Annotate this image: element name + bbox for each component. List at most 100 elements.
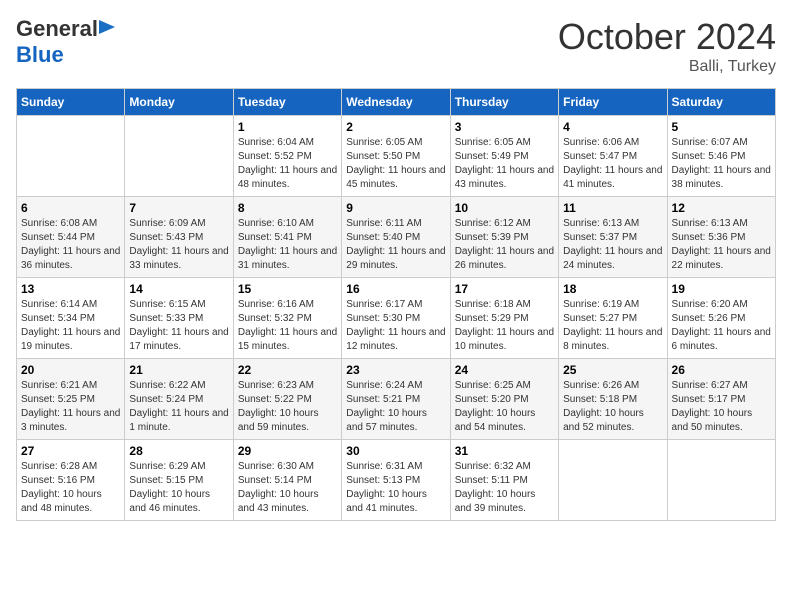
- day-number: 9: [346, 201, 445, 215]
- calendar-table: SundayMondayTuesdayWednesdayThursdayFrid…: [16, 88, 776, 521]
- cell-info: Sunrise: 6:20 AM Sunset: 5:26 PM Dayligh…: [672, 298, 771, 354]
- calendar-week: 13 Sunrise: 6:14 AM Sunset: 5:34 PM Dayli…: [17, 278, 776, 359]
- calendar-cell: 7 Sunrise: 6:09 AM Sunset: 5:43 PM Daylig…: [125, 197, 233, 278]
- cell-info: Sunrise: 6:16 AM Sunset: 5:32 PM Dayligh…: [238, 298, 337, 354]
- header-day: Friday: [559, 89, 667, 116]
- calendar-cell: 24Sunrise: 6:25 AM Sunset: 5:20 PM Dayli…: [450, 359, 558, 440]
- cell-info: Sunrise: 6:21 AM Sunset: 5:25 PM Dayligh…: [21, 379, 120, 435]
- cell-info: Sunrise: 6:24 AM Sunset: 5:21 PM Dayligh…: [346, 379, 445, 435]
- calendar-cell: [559, 440, 667, 521]
- cell-info: Sunrise: 6:32 AM Sunset: 5:11 PM Dayligh…: [455, 460, 554, 516]
- cell-info: Sunrise: 6:31 AM Sunset: 5:13 PM Dayligh…: [346, 460, 445, 516]
- calendar-header: SundayMondayTuesdayWednesdayThursdayFrid…: [17, 89, 776, 116]
- day-number: 19: [672, 282, 771, 296]
- cell-info: Sunrise: 6:12 AM Sunset: 5:39 PM Dayligh…: [455, 217, 554, 273]
- day-number: 27: [21, 444, 120, 458]
- calendar-cell: 3Sunrise: 6:05 AM Sunset: 5:49 PM Daylig…: [450, 116, 558, 197]
- calendar-cell: 19 Sunrise: 6:20 AM Sunset: 5:26 PM Dayli…: [667, 278, 775, 359]
- logo-general: General: [16, 16, 98, 42]
- day-number: 28: [129, 444, 228, 458]
- cell-info: Sunrise: 6:05 AM Sunset: 5:50 PM Dayligh…: [346, 136, 445, 192]
- calendar-cell: 14 Sunrise: 6:15 AM Sunset: 5:33 PM Dayli…: [125, 278, 233, 359]
- cell-info: Sunrise: 6:13 AM Sunset: 5:36 PM Dayligh…: [672, 217, 771, 273]
- day-number: 12: [672, 201, 771, 215]
- day-number: 17: [455, 282, 554, 296]
- cell-info: Sunrise: 6:08 AM Sunset: 5:44 PM Dayligh…: [21, 217, 120, 273]
- day-number: 30: [346, 444, 445, 458]
- calendar-cell: 27 Sunrise: 6:28 AM Sunset: 5:16 PM Dayli…: [17, 440, 125, 521]
- cell-info: Sunrise: 6:28 AM Sunset: 5:16 PM Dayligh…: [21, 460, 120, 516]
- calendar-cell: 16 Sunrise: 6:17 AM Sunset: 5:30 PM Dayli…: [342, 278, 450, 359]
- cell-info: Sunrise: 6:10 AM Sunset: 5:41 PM Dayligh…: [238, 217, 337, 273]
- calendar-cell: 30 Sunrise: 6:31 AM Sunset: 5:13 PM Dayli…: [342, 440, 450, 521]
- logo-blue: Blue: [16, 42, 64, 67]
- logo: General Blue: [16, 16, 117, 68]
- day-number: 25: [563, 363, 662, 377]
- calendar-cell: 23 Sunrise: 6:24 AM Sunset: 5:21 PM Dayli…: [342, 359, 450, 440]
- calendar-cell: 11 Sunrise: 6:13 AM Sunset: 5:37 PM Dayli…: [559, 197, 667, 278]
- day-number: 23: [346, 363, 445, 377]
- day-number: 13: [21, 282, 120, 296]
- title-area: October 2024 Balli, Turkey: [558, 16, 776, 76]
- cell-info: Sunrise: 6:30 AM Sunset: 5:14 PM Dayligh…: [238, 460, 337, 516]
- cell-info: Sunrise: 6:17 AM Sunset: 5:30 PM Dayligh…: [346, 298, 445, 354]
- calendar-cell: 13 Sunrise: 6:14 AM Sunset: 5:34 PM Dayli…: [17, 278, 125, 359]
- day-number: 6: [21, 201, 120, 215]
- cell-info: Sunrise: 6:19 AM Sunset: 5:27 PM Dayligh…: [563, 298, 662, 354]
- day-number: 7: [129, 201, 228, 215]
- page-header: General Blue October 2024 Balli, Turkey: [16, 16, 776, 76]
- calendar-cell: 8Sunrise: 6:10 AM Sunset: 5:41 PM Daylig…: [233, 197, 341, 278]
- calendar-cell: 4Sunrise: 6:06 AM Sunset: 5:47 PM Daylig…: [559, 116, 667, 197]
- cell-info: Sunrise: 6:09 AM Sunset: 5:43 PM Dayligh…: [129, 217, 228, 273]
- calendar-cell: 1Sunrise: 6:04 AM Sunset: 5:52 PM Daylig…: [233, 116, 341, 197]
- cell-info: Sunrise: 6:13 AM Sunset: 5:37 PM Dayligh…: [563, 217, 662, 273]
- cell-info: Sunrise: 6:07 AM Sunset: 5:46 PM Dayligh…: [672, 136, 771, 192]
- day-number: 14: [129, 282, 228, 296]
- calendar-cell: 29 Sunrise: 6:30 AM Sunset: 5:14 PM Dayli…: [233, 440, 341, 521]
- day-number: 31: [455, 444, 554, 458]
- day-number: 2: [346, 120, 445, 134]
- calendar-cell: 28Sunrise: 6:29 AM Sunset: 5:15 PM Dayli…: [125, 440, 233, 521]
- calendar-cell: 17Sunrise: 6:18 AM Sunset: 5:29 PM Dayli…: [450, 278, 558, 359]
- calendar-cell: 21 Sunrise: 6:22 AM Sunset: 5:24 PM Dayli…: [125, 359, 233, 440]
- cell-info: Sunrise: 6:14 AM Sunset: 5:34 PM Dayligh…: [21, 298, 120, 354]
- calendar-cell: 26Sunrise: 6:27 AM Sunset: 5:17 PM Dayli…: [667, 359, 775, 440]
- calendar-cell: 22Sunrise: 6:23 AM Sunset: 5:22 PM Dayli…: [233, 359, 341, 440]
- calendar-cell: [17, 116, 125, 197]
- header-day: Monday: [125, 89, 233, 116]
- day-number: 5: [672, 120, 771, 134]
- day-number: 3: [455, 120, 554, 134]
- cell-info: Sunrise: 6:22 AM Sunset: 5:24 PM Dayligh…: [129, 379, 228, 435]
- calendar-cell: 6 Sunrise: 6:08 AM Sunset: 5:44 PM Daylig…: [17, 197, 125, 278]
- day-number: 22: [238, 363, 337, 377]
- calendar-cell: [667, 440, 775, 521]
- header-day: Tuesday: [233, 89, 341, 116]
- calendar-cell: 12 Sunrise: 6:13 AM Sunset: 5:36 PM Dayli…: [667, 197, 775, 278]
- calendar-cell: 25Sunrise: 6:26 AM Sunset: 5:18 PM Dayli…: [559, 359, 667, 440]
- day-number: 11: [563, 201, 662, 215]
- calendar-cell: 18 Sunrise: 6:19 AM Sunset: 5:27 PM Dayli…: [559, 278, 667, 359]
- header-row: SundayMondayTuesdayWednesdayThursdayFrid…: [17, 89, 776, 116]
- calendar-week: 20 Sunrise: 6:21 AM Sunset: 5:25 PM Dayli…: [17, 359, 776, 440]
- day-number: 18: [563, 282, 662, 296]
- day-number: 10: [455, 201, 554, 215]
- day-number: 15: [238, 282, 337, 296]
- calendar-cell: 5 Sunrise: 6:07 AM Sunset: 5:46 PM Daylig…: [667, 116, 775, 197]
- day-number: 21: [129, 363, 228, 377]
- month-title: October 2024: [558, 16, 776, 58]
- cell-info: Sunrise: 6:11 AM Sunset: 5:40 PM Dayligh…: [346, 217, 445, 273]
- cell-info: Sunrise: 6:25 AM Sunset: 5:20 PM Dayligh…: [455, 379, 554, 435]
- calendar-week: 6 Sunrise: 6:08 AM Sunset: 5:44 PM Daylig…: [17, 197, 776, 278]
- calendar-cell: 2 Sunrise: 6:05 AM Sunset: 5:50 PM Daylig…: [342, 116, 450, 197]
- header-day: Saturday: [667, 89, 775, 116]
- day-number: 26: [672, 363, 771, 377]
- cell-info: Sunrise: 6:15 AM Sunset: 5:33 PM Dayligh…: [129, 298, 228, 354]
- day-number: 29: [238, 444, 337, 458]
- header-day: Wednesday: [342, 89, 450, 116]
- location: Balli, Turkey: [558, 58, 776, 76]
- day-number: 16: [346, 282, 445, 296]
- logo-arrow-icon: [99, 20, 115, 39]
- day-number: 20: [21, 363, 120, 377]
- calendar-cell: 9 Sunrise: 6:11 AM Sunset: 5:40 PM Daylig…: [342, 197, 450, 278]
- header-day: Sunday: [17, 89, 125, 116]
